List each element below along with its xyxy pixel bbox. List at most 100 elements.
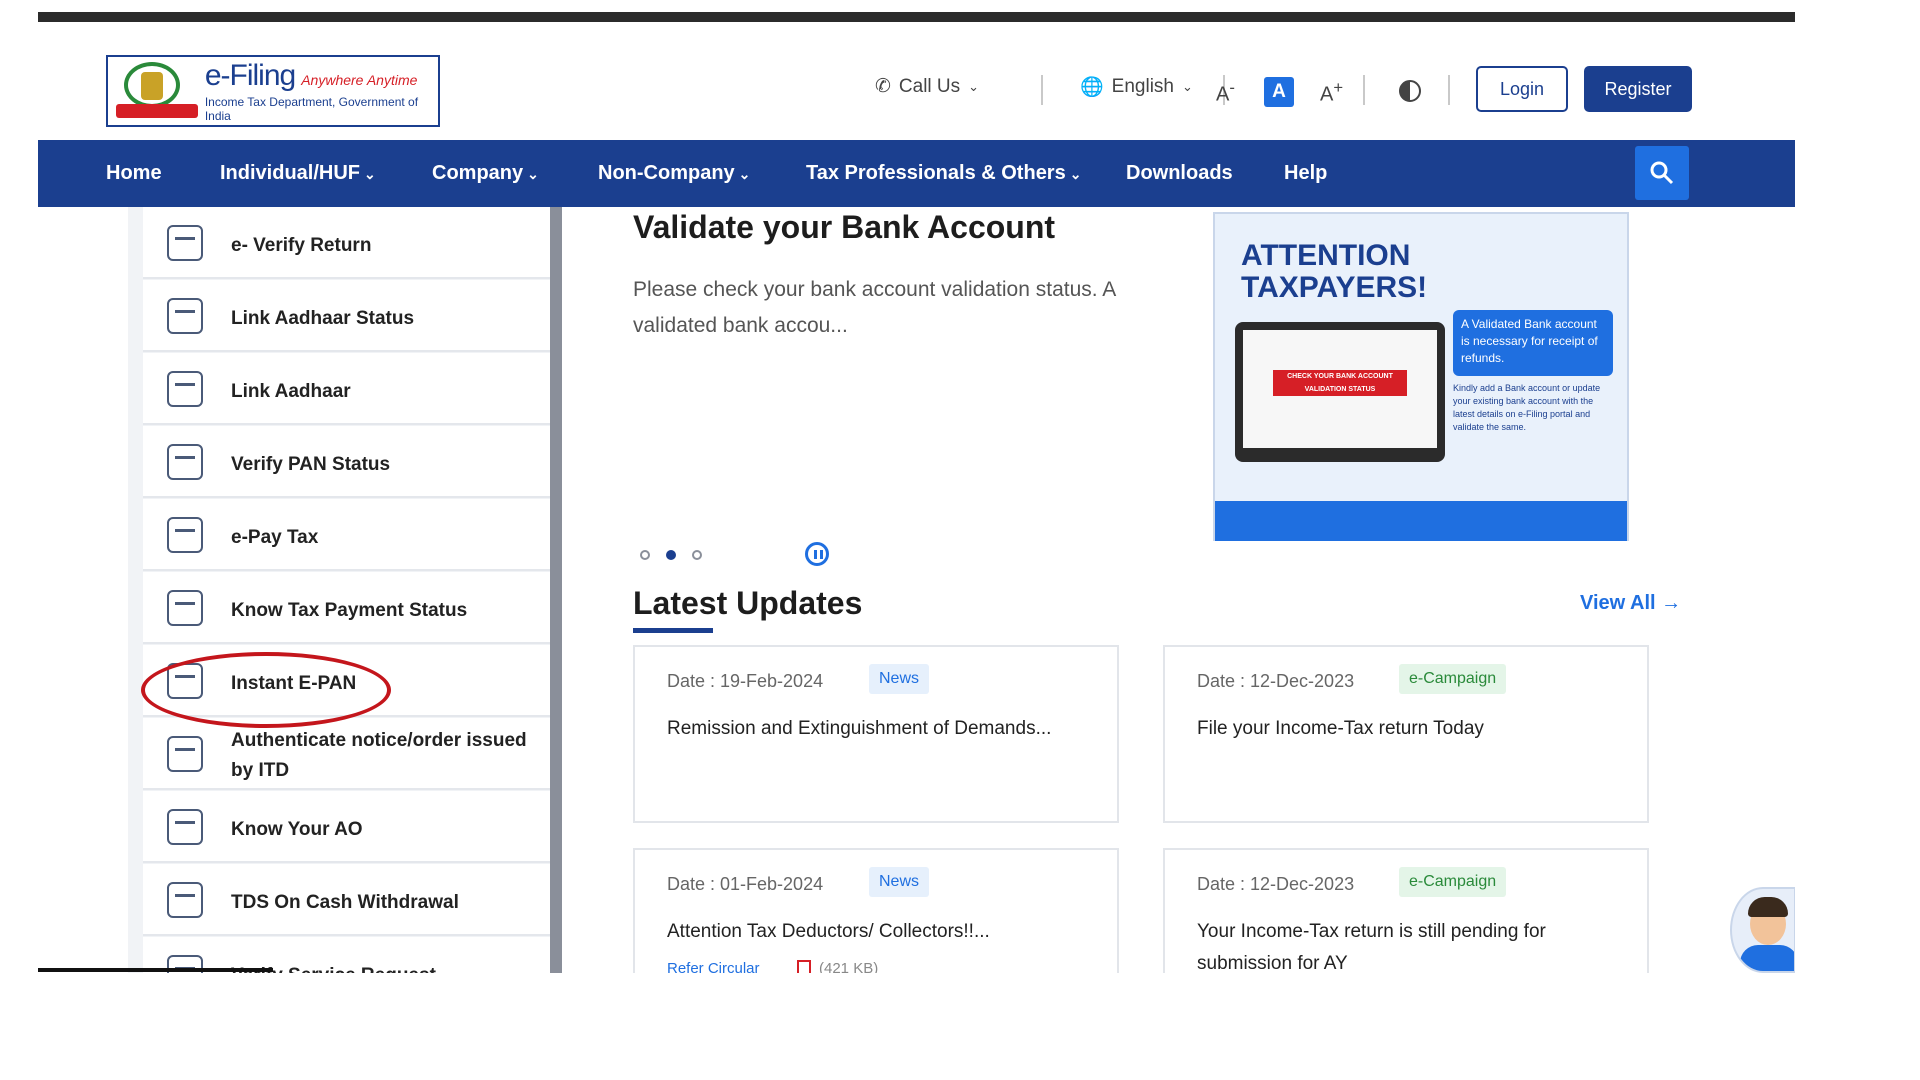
sidebar-item-label: Link Aadhaar (231, 381, 351, 402)
file-size: (421 KB) (797, 960, 878, 973)
divider (1363, 75, 1365, 105)
refer-circular-link[interactable]: Refer Circular (667, 960, 760, 973)
assessing-officer-icon (167, 809, 203, 845)
logo-subtitle: Income Tax Department, Government of Ind… (204, 95, 419, 123)
poster-note: Kindly add a Bank account or update your… (1453, 383, 1601, 432)
card-text: Remission and Extinguishment of Demands.… (667, 718, 1052, 739)
card-tag: News (869, 664, 930, 694)
font-increase-button[interactable]: A+ (1320, 78, 1343, 107)
browser-frame: e-Filing Anywhere Anytime Income Tax Depa… (38, 12, 1795, 973)
pan-card-icon (167, 444, 203, 480)
card-tag: News (869, 867, 930, 897)
laptop-screen: CHECK YOUR BANK ACCOUNT VALIDATION STATU… (1243, 330, 1437, 448)
main-nav: Home Individual/HUF ⌄ Company ⌄ Non-Compan… (38, 140, 1795, 207)
card-date: Date : 01-Feb-2024 (667, 874, 824, 894)
chevron-down-icon: ⌄ (364, 166, 376, 182)
poster-footer-bar (1215, 501, 1627, 541)
poster-info-box: A Validated Bank account is necessary fo… (1453, 310, 1613, 376)
laptop-illustration: CHECK YOUR BANK ACCOUNT VALIDATION STATU… (1235, 322, 1445, 462)
search-icon (1650, 161, 1674, 185)
card-text: Attention Tax Deductors/ Collectors!!... (667, 921, 990, 942)
pause-icon[interactable] (805, 542, 829, 566)
latest-updates-title: Latest Updates (633, 585, 863, 621)
nav-tax-professionals[interactable]: Tax Professionals & Others ⌄ (806, 162, 1081, 185)
sidebar-item-know-tax-payment-status[interactable]: Know Tax Payment Status (143, 572, 560, 644)
bottom-divider (38, 968, 273, 972)
attention-taxpayers-poster[interactable]: ATTENTION TAXPAYERS! CHECK YOUR BANK ACC… (1213, 212, 1629, 541)
verify-return-icon (167, 225, 203, 261)
update-card[interactable]: Date : 01-Feb-2024 News Attention Tax De… (633, 848, 1119, 973)
font-decrease-button[interactable]: A- (1216, 78, 1235, 107)
language-dropdown[interactable]: 🌐 English ⌄ (1080, 75, 1193, 99)
top-stripe (38, 12, 1795, 22)
sidebar-item-link-aadhaar-status[interactable]: Link Aadhaar Status (143, 280, 560, 352)
authenticate-notice-icon (167, 736, 203, 772)
chevron-down-icon: ⌄ (1182, 79, 1193, 94)
efiling-logo[interactable]: e-Filing Anywhere Anytime Income Tax Depa… (106, 55, 440, 127)
login-button[interactable]: Login (1476, 66, 1568, 112)
call-us-dropdown[interactable]: ✆ Call Us ⌄ (875, 75, 979, 98)
sidebar-item-tds-cash-withdrawal[interactable]: TDS On Cash Withdrawal (143, 864, 560, 936)
nav-company[interactable]: Company ⌄ (432, 162, 539, 185)
nav-individual-huf[interactable]: Individual/HUF ⌄ (220, 162, 376, 185)
poster-title: ATTENTION TAXPAYERS! (1241, 239, 1428, 304)
sidebar-item-label: e-Pay Tax (231, 527, 319, 548)
nav-home[interactable]: Home (106, 162, 162, 185)
chevron-down-icon: ⌄ (968, 78, 980, 94)
sidebar-item-label: Link Aadhaar Status (231, 308, 415, 329)
chevron-down-icon: ⌄ (1069, 166, 1082, 182)
chatbot-avatar-button[interactable] (1730, 887, 1795, 973)
update-card[interactable]: Date : 12-Dec-2023 e-Campaign Your Incom… (1163, 848, 1649, 973)
phone-icon: ✆ (875, 76, 891, 97)
banner-title: Validate your Bank Account (633, 209, 1056, 245)
card-date: Date : 12-Dec-2023 (1197, 671, 1355, 691)
sidebar-item-e-verify-return[interactable]: e- Verify Return (143, 207, 560, 279)
update-card[interactable]: Date : 12-Dec-2023 e-Campaign File your … (1163, 645, 1649, 823)
poster-cta: CHECK YOUR BANK ACCOUNT VALIDATION STATU… (1273, 370, 1407, 396)
language-label: English (1111, 76, 1174, 97)
chevron-down-icon: ⌄ (527, 166, 539, 182)
sidebar-item-label: Verify Service Request (231, 961, 551, 973)
sidebar-item-label: TDS On Cash Withdrawal (231, 892, 459, 913)
card-text: Your Income-Tax return is still pending … (1197, 921, 1546, 973)
nav-downloads[interactable]: Downloads (1126, 162, 1233, 185)
logo-tagline: Anywhere Anytime (301, 72, 418, 88)
carousel-dots (640, 550, 702, 560)
aadhaar-link-icon (167, 371, 203, 407)
emblem-icon (116, 60, 198, 122)
nav-non-company[interactable]: Non-Company ⌄ (598, 162, 750, 185)
pay-tax-icon (167, 517, 203, 553)
card-text: File your Income-Tax return Today (1197, 718, 1484, 739)
contrast-toggle-icon[interactable] (1399, 80, 1421, 102)
sidebar-item-label: Know Your AO (231, 819, 363, 840)
nav-help[interactable]: Help (1284, 162, 1327, 185)
font-default-button[interactable]: A (1264, 77, 1294, 107)
carousel-dot[interactable] (640, 550, 650, 560)
payment-status-icon (167, 590, 203, 626)
call-us-label: Call Us (898, 75, 961, 97)
globe-icon: 🌐 (1080, 77, 1104, 98)
card-tag: e-Campaign (1399, 664, 1507, 694)
update-card[interactable]: Date : 19-Feb-2024 News Remission and Ex… (633, 645, 1119, 823)
divider (1041, 75, 1043, 105)
view-all-link[interactable]: View All → (1580, 592, 1681, 615)
pdf-icon (797, 960, 811, 973)
sidebar-item-label: Know Tax Payment Status (231, 600, 468, 621)
sidebar-item-e-pay-tax[interactable]: e-Pay Tax (143, 499, 560, 571)
carousel-dot[interactable] (692, 550, 702, 560)
highlight-annotation (141, 652, 391, 728)
cash-withdrawal-icon (167, 882, 203, 918)
search-button[interactable] (1635, 146, 1689, 200)
aadhaar-card-icon (167, 298, 203, 334)
logo-text: e-Filing Anywhere Anytime Income Tax Depa… (205, 59, 438, 123)
sidebar-item-label: Verify PAN Status (231, 454, 391, 475)
carousel-dot-active[interactable] (666, 550, 676, 560)
sidebar-item-authenticate-notice[interactable]: Authenticate notice/order issued by ITD (143, 718, 560, 790)
sidebar-item-know-your-ao[interactable]: Know Your AO (143, 791, 560, 863)
sidebar-scrollbar[interactable] (550, 207, 562, 973)
sidebar-item-link-aadhaar[interactable]: Link Aadhaar (143, 353, 560, 425)
register-button[interactable]: Register (1584, 66, 1692, 112)
sidebar-item-verify-pan-status[interactable]: Verify PAN Status (143, 426, 560, 498)
site-header: e-Filing Anywhere Anytime Income Tax Depa… (38, 22, 1795, 142)
arrow-right-icon: → (1661, 592, 1682, 614)
